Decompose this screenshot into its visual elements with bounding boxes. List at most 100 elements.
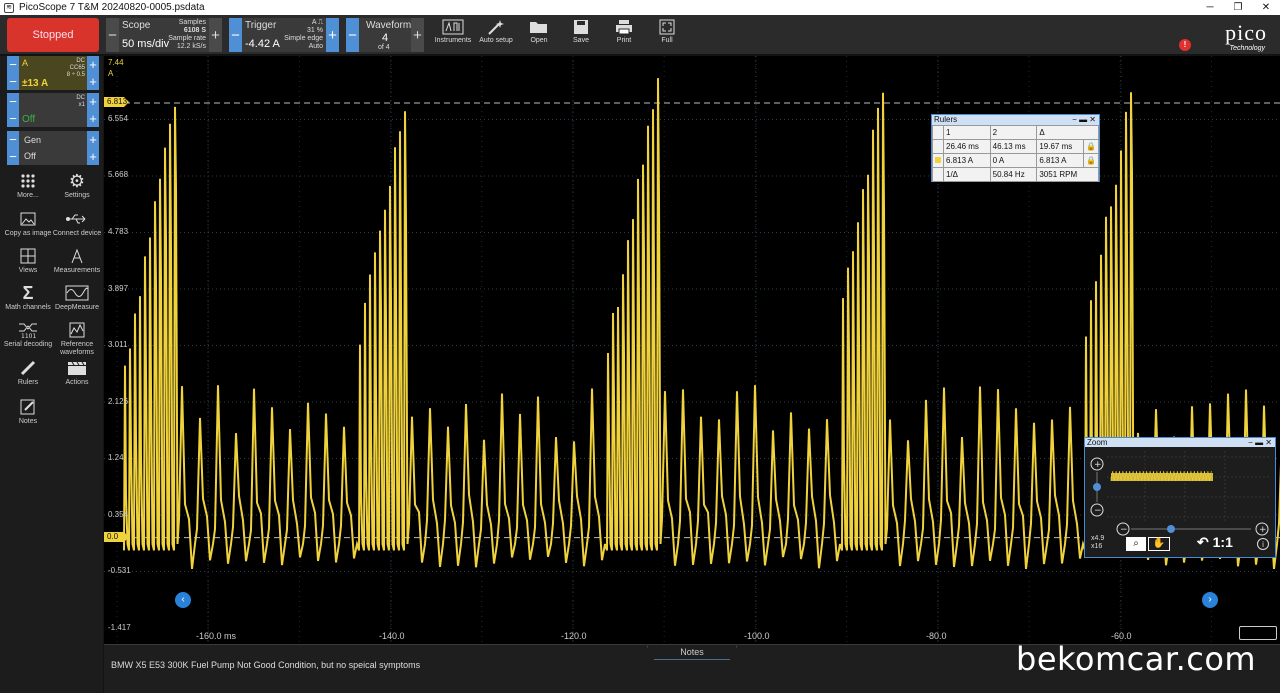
ruler-icon [20, 360, 36, 376]
sigma-icon: Σ [22, 282, 34, 303]
gen-plus-2[interactable]: + [87, 148, 99, 165]
channel-a-range-down[interactable]: − [7, 56, 19, 73]
ruler-amp-delta: 6.813 A [1036, 153, 1085, 168]
channel-a-range[interactable]: ±13 A [22, 78, 48, 89]
svg-text:+: + [1259, 525, 1267, 535]
sidebar-copy-image[interactable]: Copy as image [3, 208, 53, 238]
zoom-panel-controls[interactable]: − ▬ ✕ [1248, 438, 1272, 447]
scope-group: − Scope 50 ms/div Samples 6108 S Sample … [106, 18, 222, 52]
lock-icon[interactable]: 🔒 [1083, 139, 1099, 154]
ruler-amp-1: 6.813 A [943, 153, 991, 168]
restore-button[interactable]: ❐ [1224, 2, 1252, 13]
instruments-button[interactable]: Instruments [431, 17, 475, 51]
ruler-level-tag[interactable]: 6.813 [104, 97, 129, 107]
auto-setup-button[interactable]: Auto setup [474, 17, 518, 51]
print-button[interactable]: Print [602, 17, 646, 51]
generator-control[interactable]: Gen Off − − + + [7, 131, 99, 165]
open-button[interactable]: Open [517, 17, 561, 51]
save-button[interactable]: Save [559, 17, 603, 51]
overview-handle[interactable] [1239, 626, 1277, 640]
waveform-group: − Waveform 4 of 4 + [346, 18, 424, 52]
svg-text:−: − [1094, 506, 1102, 516]
zero-level-tag[interactable]: 0.0 [104, 532, 129, 542]
alert-badge[interactable]: ! [1179, 39, 1191, 51]
channel-a-range-up-2[interactable]: + [87, 73, 99, 90]
more-icon [21, 174, 35, 188]
gen-minus-2[interactable]: − [7, 148, 19, 165]
trigger-plus-button[interactable]: + [326, 18, 339, 52]
gen-minus[interactable]: − [7, 131, 19, 148]
title-bar: ≋ PicoScope 7 T&M 20240820-0005.psdata ─… [0, 0, 1280, 15]
channel-a-control[interactable]: A ±13 A DC CC65 8 ÷ 0.5 − − + + [7, 56, 99, 90]
image-icon [20, 212, 36, 226]
timebase-value[interactable]: 50 ms/div [122, 38, 169, 50]
channel-b-minus[interactable]: − [7, 93, 19, 110]
close-button[interactable]: ✕ [1252, 2, 1280, 13]
zoom-reset-button[interactable]: ↶ 1:1 [1197, 534, 1233, 551]
channel-b-plus[interactable]: + [87, 93, 99, 110]
measurements-icon [71, 248, 83, 264]
stop-button[interactable]: Stopped [7, 18, 99, 52]
fullscreen-icon [659, 19, 675, 35]
channel-a-swatch [935, 157, 941, 163]
y-tick: -1.417 [108, 623, 131, 632]
timebase-minus-button[interactable]: − [106, 18, 119, 52]
sidebar-actions[interactable]: Actions [52, 357, 102, 387]
pan-hand-icon[interactable]: ✋ [1148, 537, 1170, 551]
waveform-number[interactable]: 4 [382, 32, 388, 44]
sidebar-more[interactable]: More... [3, 170, 53, 200]
waveform-label: Waveform [366, 20, 412, 31]
ruler-frequency: 50.84 Hz [989, 167, 1038, 182]
ruler-time-1: 26.46 ms [943, 139, 991, 154]
sidebar-serial-decoding[interactable]: 1101 Serial decoding [3, 319, 53, 349]
sidebar-views[interactable]: Views [3, 245, 53, 275]
lock-icon[interactable]: 🔒 [1083, 153, 1099, 168]
timebase-plus-button[interactable]: + [209, 18, 222, 52]
x-tick: -80.0 [926, 631, 947, 641]
sidebar-measurements[interactable]: Measurements [52, 245, 102, 275]
notes-tab[interactable]: Notes [647, 646, 737, 660]
svg-text:−: − [1120, 525, 1128, 535]
y-tick: 7.44 [108, 58, 124, 67]
notes-text[interactable]: BMW X5 E53 300K Fuel Pump Not Good Condi… [111, 660, 420, 670]
sidebar-deepmeasure[interactable]: DeepMeasure [52, 282, 102, 312]
scope-label: Scope [122, 20, 151, 31]
print-icon [616, 20, 632, 35]
y-tick: 1.24 [108, 453, 124, 462]
serial-icon: 1101 [19, 323, 37, 339]
sidebar-rulers[interactable]: Rulers [3, 357, 53, 387]
trigger-value[interactable]: -4.42 A [245, 38, 280, 50]
waveform-next-button[interactable]: + [411, 18, 424, 52]
gen-plus[interactable]: + [87, 131, 99, 148]
trigger-group: − Trigger -4.42 A A ⎍ 31 % Simple edge A… [229, 18, 339, 52]
sidebar-connect-device[interactable]: Connect device [52, 208, 102, 238]
x-tick: -160.0 ms [196, 631, 237, 641]
sidebar-notes[interactable]: Notes [3, 396, 53, 426]
channel-a-range-down-2[interactable]: − [7, 73, 19, 90]
save-icon [574, 20, 588, 34]
zoom-tool-icon[interactable]: ⌕ [1126, 537, 1146, 551]
channel-a-range-up[interactable]: + [87, 56, 99, 73]
scroll-right-button[interactable]: › [1202, 592, 1218, 608]
trigger-minus-button[interactable]: − [229, 18, 242, 52]
zoom-overview[interactable]: + − − + [1085, 447, 1275, 557]
channel-b-control[interactable]: Off DC x1 − − + + [7, 93, 99, 127]
sidebar-reference-waveforms[interactable]: Reference waveforms [52, 319, 102, 357]
x-tick: -120.0 [561, 631, 587, 641]
zoom-panel: Zoom − ▬ ✕ + − − + x4.9 x16 ⌕ ✋ ↶ 1:1 i [1084, 437, 1276, 558]
info-icon[interactable]: i [1257, 538, 1269, 550]
full-screen-button[interactable]: Full [645, 17, 689, 51]
svg-text:+: + [1094, 460, 1102, 470]
channel-b-plus-2[interactable]: + [87, 110, 99, 127]
rulers-panel-controls[interactable]: − ▬ ✕ [1072, 115, 1096, 125]
sidebar-math-channels[interactable]: Σ Math channels [3, 282, 53, 312]
y-tick: 3.897 [108, 284, 129, 293]
channel-b-minus-2[interactable]: − [7, 110, 19, 127]
x-tick: -140.0 [379, 631, 405, 641]
scroll-left-button[interactable]: ‹ [175, 592, 191, 608]
usb-icon [66, 214, 86, 224]
sidebar-settings[interactable]: ⚙ Settings [52, 170, 102, 200]
channel-b-state[interactable]: Off [22, 114, 35, 125]
waveform-prev-button[interactable]: − [346, 18, 359, 52]
minimize-button[interactable]: ─ [1196, 2, 1224, 13]
